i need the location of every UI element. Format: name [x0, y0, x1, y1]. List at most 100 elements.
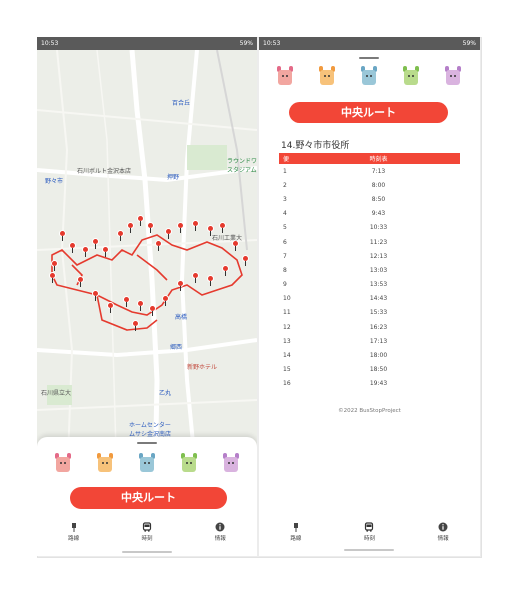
mascot-orange-icon[interactable] — [317, 66, 337, 88]
bus-stop-marker[interactable] — [222, 265, 229, 276]
bus-stop-marker[interactable] — [242, 255, 249, 266]
bus-stop-marker[interactable] — [147, 222, 154, 233]
timetable: 便 時刻表 1 7:13 2 8:00 3 8:50 4 9:43 5 10:33 6 11:23 7 1… — [279, 153, 460, 391]
bus-stop-marker[interactable] — [123, 296, 130, 307]
nav-timetable-label: 時刻 — [141, 536, 153, 542]
bus-stop-marker[interactable] — [132, 320, 139, 331]
nav-info[interactable]: 情報 — [200, 522, 240, 542]
nav-route-label: 路線 — [68, 536, 80, 542]
trip-number: 1 — [283, 167, 287, 175]
bus-stop-marker[interactable] — [192, 220, 199, 231]
map-screen: 10:53 59% 百合丘 野々市 石川ボルト金沢本店 押野 ラウンドワ スタジ… — [37, 37, 257, 556]
bus-stop-marker[interactable] — [137, 300, 144, 311]
mascot-pink-icon[interactable] — [53, 453, 73, 475]
timetable-row: 10 14:43 — [279, 292, 460, 306]
bus-stop-marker[interactable] — [117, 230, 124, 241]
route-button[interactable]: 中央ルート — [289, 102, 448, 123]
trip-number: 7 — [283, 252, 287, 260]
timetable-row: 3 8:50 — [279, 192, 460, 206]
timetable-row: 15 18:50 — [279, 363, 460, 377]
trip-number: 8 — [283, 266, 287, 274]
trip-number: 16 — [283, 380, 291, 388]
status-battery: 59% — [462, 40, 476, 47]
route-button[interactable]: 中央ルート — [70, 487, 227, 509]
bus-stop-marker[interactable] — [107, 302, 114, 313]
bus-stop-marker[interactable] — [207, 275, 214, 286]
bus-stop-marker[interactable] — [102, 246, 109, 257]
status-time: 10:53 — [41, 40, 59, 47]
mascot-selector — [53, 453, 241, 475]
timetable-row: 1 7:13 — [279, 164, 460, 178]
nav-route[interactable]: 路線 — [54, 522, 94, 542]
trip-number: 3 — [283, 195, 287, 203]
mascot-pink-icon[interactable] — [275, 66, 295, 88]
bus-stop-marker[interactable] — [149, 305, 156, 316]
bus-stop-marker[interactable] — [219, 222, 226, 233]
bus-stop-marker[interactable] — [177, 222, 184, 233]
timetable-header: 便 時刻表 — [279, 153, 460, 164]
drag-handle[interactable] — [137, 442, 157, 444]
nav-info-label: 情報 — [214, 536, 226, 542]
departure-time: 11:23 — [369, 238, 388, 246]
nav-info-label: 情報 — [437, 536, 449, 542]
bus-stop-marker[interactable] — [49, 272, 56, 283]
bus-stop-marker[interactable] — [59, 230, 66, 241]
home-indicator — [344, 549, 394, 551]
nav-timetable[interactable]: 時刻 — [127, 522, 167, 542]
bus-stop-marker[interactable] — [92, 238, 99, 249]
status-bar: 10:53 59% — [37, 37, 257, 50]
mascot-green-icon[interactable] — [179, 453, 199, 475]
departure-time: 9:43 — [371, 210, 386, 218]
departure-time: 15:33 — [369, 309, 388, 317]
mascot-blue-icon[interactable] — [137, 453, 157, 475]
mascot-blue-icon[interactable] — [359, 66, 379, 88]
route-map[interactable]: 百合丘 野々市 石川ボルト金沢本店 押野 ラウンドワン スタジアム 石川工業大 … — [37, 50, 257, 485]
timetable-row: 4 9:43 — [279, 207, 460, 221]
drag-handle[interactable] — [359, 57, 379, 59]
bus-stop-marker[interactable] — [77, 276, 84, 287]
bus-stop-marker[interactable] — [155, 240, 162, 251]
mascot-orange-icon[interactable] — [95, 453, 115, 475]
timetable-screen: 10:53 59% 中央ルート 14.野々市市役所 便 時刻表 1 7:13 2 8:… — [259, 37, 480, 556]
bus-icon — [142, 522, 152, 532]
nav-route[interactable]: 路線 — [276, 522, 316, 542]
map-label-nonoichi: 野々市 — [45, 178, 64, 185]
bus-stop-marker[interactable] — [69, 242, 76, 253]
bus-stop-marker[interactable] — [92, 290, 99, 301]
bus-stop-marker[interactable] — [165, 228, 172, 239]
info-icon — [215, 522, 225, 532]
trip-number: 4 — [283, 210, 287, 218]
bus-stop-marker[interactable] — [127, 222, 134, 233]
bus-stop-marker[interactable] — [137, 215, 144, 226]
map-label-hotel: 新野ホテル — [187, 364, 218, 371]
header-times: 時刻表 — [297, 153, 460, 164]
departure-time: 7:13 — [371, 167, 386, 175]
timetable-row: 8 13:03 — [279, 263, 460, 277]
trip-number: 5 — [283, 224, 287, 232]
map-label-oshino: 押野 — [167, 174, 180, 181]
bus-stop-marker[interactable] — [51, 260, 58, 271]
bus-stop-marker[interactable] — [177, 280, 184, 291]
map-label-yurigaoka: 百合丘 — [172, 100, 191, 107]
mascot-purple-icon[interactable] — [443, 66, 463, 88]
mascot-green-icon[interactable] — [401, 66, 421, 88]
mascot-selector — [275, 66, 463, 88]
home-indicator — [122, 551, 172, 553]
trip-number: 11 — [283, 309, 291, 317]
timetable-row: 14 18:00 — [279, 348, 460, 362]
nav-timetable[interactable]: 時刻 — [349, 522, 389, 542]
bus-stop-marker[interactable] — [162, 295, 169, 306]
nav-info[interactable]: 情報 — [423, 522, 463, 542]
bus-stop-marker[interactable] — [82, 246, 89, 257]
map-label-round-one: ラウンドワン スタジアム — [227, 158, 257, 174]
timetable-row: 9 13:53 — [279, 278, 460, 292]
mascot-purple-icon[interactable] — [221, 453, 241, 475]
header-trip: 便 — [279, 153, 297, 164]
map-label-prefectural-univ: 石川県立大 — [41, 390, 72, 397]
trip-number: 13 — [283, 337, 291, 345]
bus-stop-marker[interactable] — [192, 272, 199, 283]
trip-number: 6 — [283, 238, 287, 246]
departure-time: 12:13 — [369, 252, 388, 260]
timetable-row: 16 19:43 — [279, 377, 460, 391]
info-icon — [438, 522, 448, 532]
